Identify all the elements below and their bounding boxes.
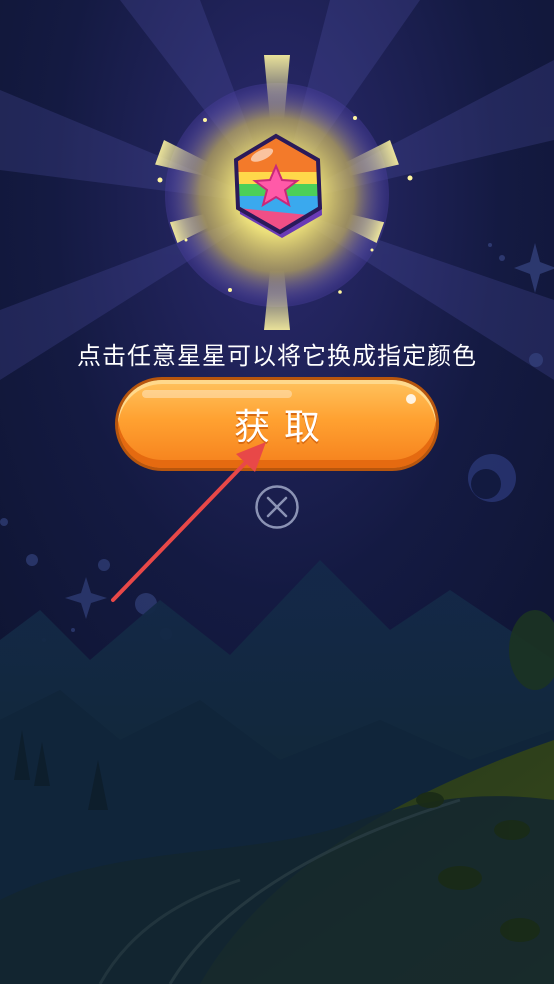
red-arrow-annotation (111, 442, 266, 602)
